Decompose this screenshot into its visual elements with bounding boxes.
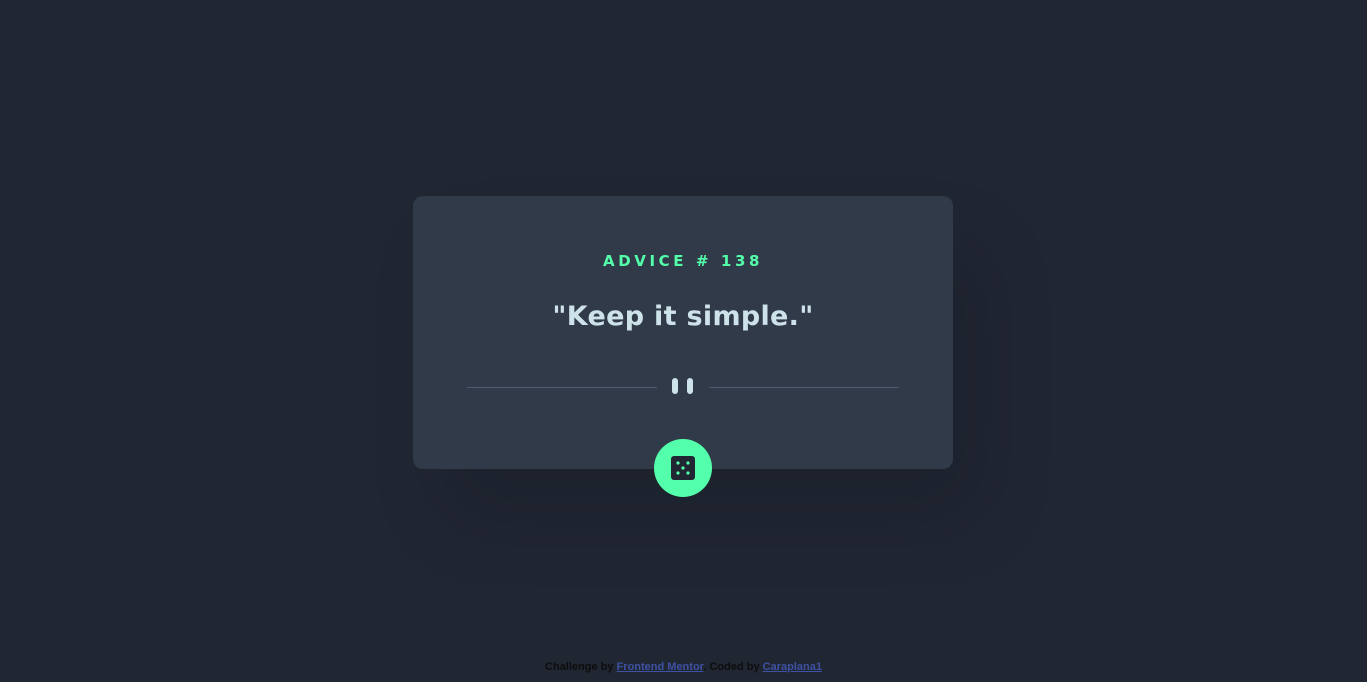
page: ADVICE # 138 "Keep it simple." Challenge…: [0, 0, 1367, 682]
advice-number: ADVICE # 138: [602, 252, 764, 270]
pause-bar-left: [672, 378, 678, 394]
challenge-prefix: Challenge by: [545, 661, 614, 673]
new-advice-button[interactable]: [654, 439, 712, 497]
pattern-divider: [467, 378, 899, 394]
attribution-footer: Challenge by Frontend Mentor. Coded by C…: [0, 660, 1367, 674]
coded-by-text: . Coded by: [703, 661, 760, 673]
frontend-mentor-link[interactable]: Frontend Mentor: [617, 661, 704, 673]
advice-quote: "Keep it simple.": [552, 301, 814, 332]
pause-bar-right: [687, 378, 693, 394]
dice-icon: [671, 456, 695, 480]
divider-line-left: [467, 387, 657, 388]
pause-icon: [672, 378, 694, 396]
advice-card: ADVICE # 138 "Keep it simple.": [413, 196, 953, 469]
divider-line-right: [709, 387, 899, 388]
coder-link[interactable]: Caraplana1: [763, 661, 822, 673]
